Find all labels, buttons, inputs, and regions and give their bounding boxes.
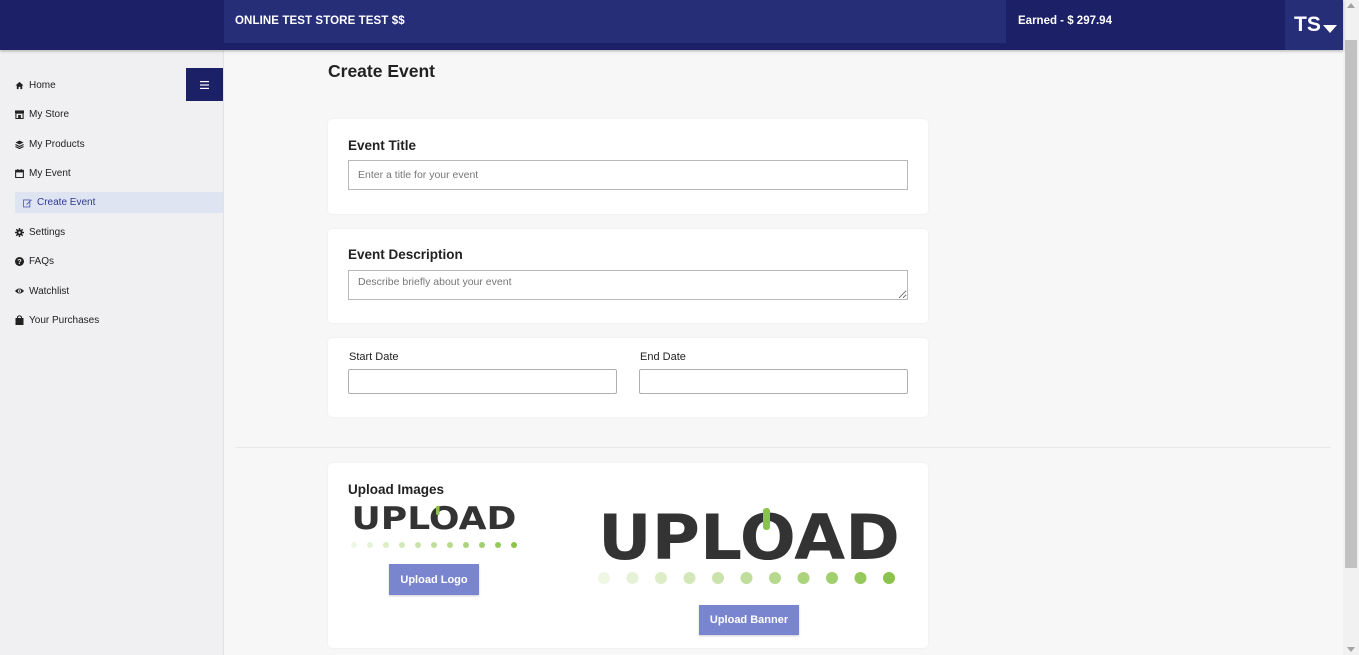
sidebar: Home My Store My Products My Event Creat…	[0, 50, 224, 655]
edit-icon	[23, 198, 32, 207]
store-name-block: ONLINE TEST STORE TEST $$	[224, 0, 1006, 43]
bag-icon	[15, 315, 24, 325]
user-menu[interactable]: TS	[1285, 0, 1343, 50]
caret-down-icon	[1323, 25, 1337, 33]
sidebar-item-your-purchases[interactable]: Your Purchases	[15, 310, 99, 330]
page-title: Create Event	[328, 61, 435, 81]
avatar-initials: TS	[1294, 13, 1321, 36]
upload-banner-image-text: UPLOAD	[598, 507, 900, 574]
sidebar-item-label: FAQs	[29, 255, 55, 267]
end-date-input[interactable]	[639, 369, 908, 394]
scroll-up-arrow-icon[interactable]	[1347, 3, 1355, 8]
sidebar-item-label: Settings	[29, 226, 66, 238]
scroll-down-arrow-icon[interactable]	[1347, 647, 1355, 652]
gear-icon	[15, 227, 24, 237]
sidebar-item-settings[interactable]: Settings	[15, 222, 65, 242]
sidebar-item-label: Watchlist	[29, 285, 70, 297]
upload-images-title: Upload Images	[348, 482, 445, 497]
sidebar-item-create-event[interactable]: Create Event	[15, 192, 223, 213]
event-dates-card: Start Date End Date	[328, 338, 928, 417]
upload-images-card: Upload Images UPLOAD Upload Logo UPLOAD	[328, 463, 928, 648]
sidebar-item-label: My Products	[29, 138, 85, 150]
svg-text:?: ?	[17, 257, 21, 266]
hamburger-icon	[200, 80, 209, 89]
start-date-input[interactable]	[348, 369, 617, 394]
sidebar-item-label: Your Purchases	[29, 314, 100, 326]
event-title-input[interactable]	[348, 160, 908, 190]
home-icon	[15, 81, 24, 90]
start-date-label: Start Date	[349, 351, 399, 363]
event-title-label: Event Title	[348, 138, 417, 153]
event-description-card: Event Description	[328, 229, 928, 323]
sidebar-item-label: Home	[29, 79, 56, 91]
event-title-card: Event Title	[328, 119, 928, 214]
earned-amount: Earned - $ 297.94	[1018, 15, 1112, 27]
top-bar: ONLINE TEST STORE TEST $$ Earned - $ 297…	[0, 0, 1343, 50]
sidebar-item-my-store[interactable]: My Store	[15, 104, 69, 124]
store-name: ONLINE TEST STORE TEST $$	[235, 15, 405, 27]
sidebar-item-watchlist[interactable]: Watchlist	[15, 281, 69, 301]
event-description-textarea[interactable]	[348, 270, 908, 300]
layers-icon	[15, 139, 24, 149]
upload-logo-image-text: UPLOAD	[352, 505, 517, 537]
question-icon: ?	[15, 256, 24, 266]
upload-logo-image: UPLOAD	[351, 505, 517, 548]
end-date-label: End Date	[640, 351, 686, 363]
scroll-thumb[interactable]	[1345, 40, 1357, 568]
eye-icon	[15, 287, 24, 296]
sidebar-item-my-products[interactable]: My Products	[15, 134, 85, 154]
upload-banner-image: UPLOAD	[598, 507, 900, 584]
sidebar-item-faqs[interactable]: ? FAQs	[15, 251, 54, 271]
page-scrollbar[interactable]	[1343, 0, 1359, 655]
calendar-icon	[15, 168, 24, 178]
sidebar-item-home[interactable]: Home	[15, 75, 56, 95]
sidebar-item-label: My Event	[29, 167, 71, 179]
sidebar-item-label: Create Event	[37, 197, 96, 208]
event-description-label: Event Description	[348, 247, 463, 262]
sidebar-item-label: My Store	[29, 108, 70, 120]
section-divider	[236, 447, 1331, 448]
upload-banner-button[interactable]: Upload Banner	[699, 605, 799, 635]
menu-toggle-button[interactable]	[186, 68, 223, 101]
store-icon	[15, 109, 24, 119]
upload-logo-button[interactable]: Upload Logo	[389, 564, 479, 595]
sidebar-item-my-event[interactable]: My Event	[15, 163, 71, 183]
